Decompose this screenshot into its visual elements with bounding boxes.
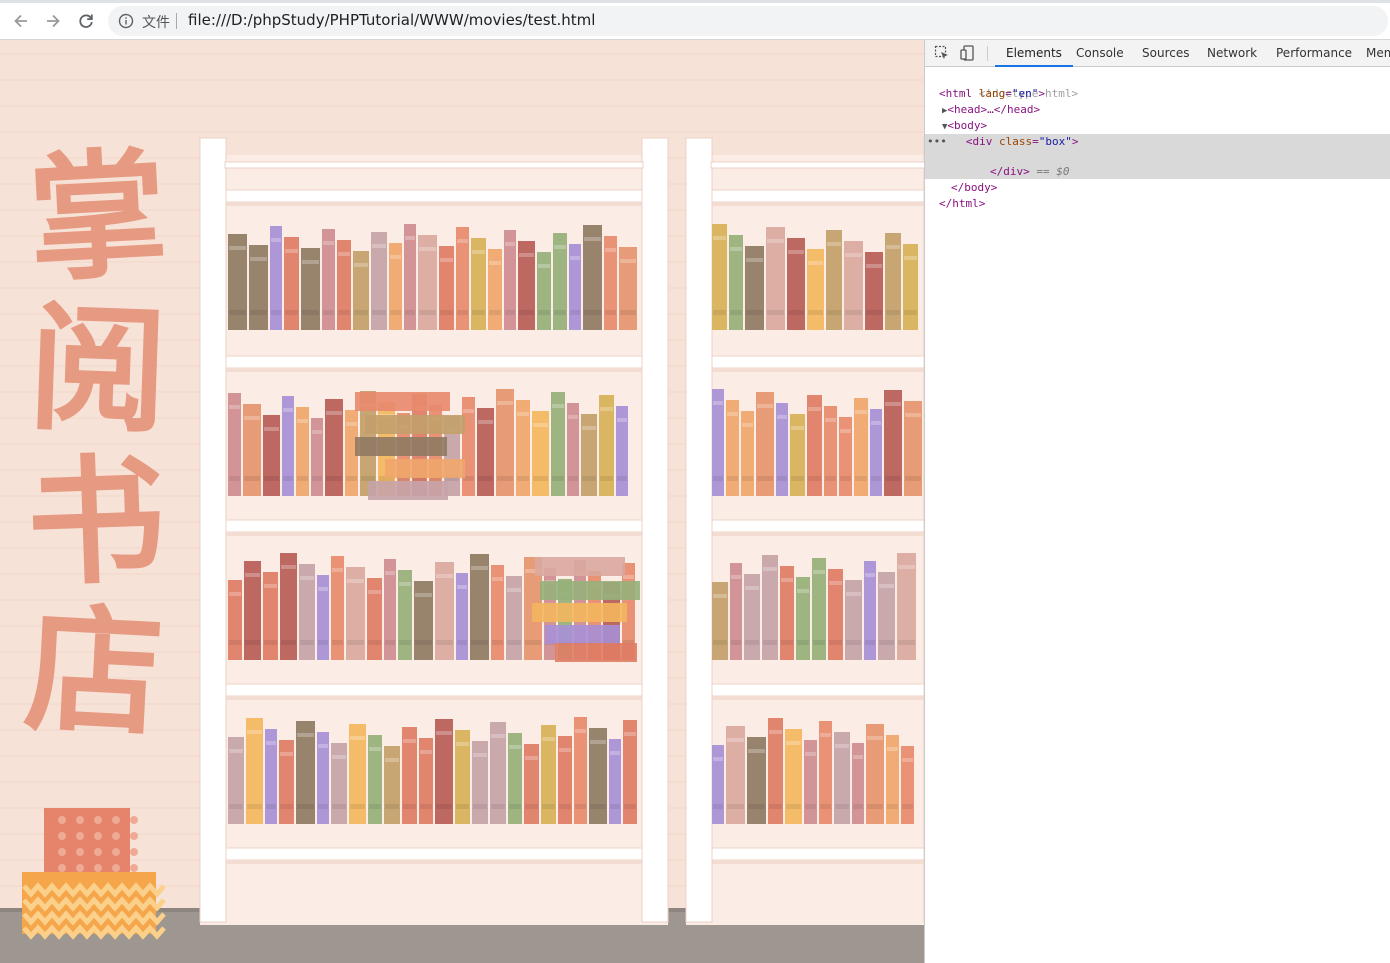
tab-sources[interactable]: Sources	[1142, 40, 1189, 67]
html-tag: <html	[939, 87, 973, 100]
title-char-3: 书	[24, 440, 168, 606]
tab-mem[interactable]: Mem	[1366, 40, 1390, 67]
dom-line-div[interactable]: ••• <div class="box">	[925, 134, 1390, 150]
inspect-element-icon[interactable]	[934, 45, 950, 61]
dom-line-body-close[interactable]: </body>	[925, 180, 1390, 196]
bookstore-illustration: 掌 阅 书 店	[0, 40, 924, 963]
title-char-1: 掌	[25, 134, 171, 302]
title-char-4: 店	[21, 588, 167, 756]
devtools-toolbar: Elements Console Sources Network Performance…	[925, 40, 1390, 67]
tab-strip-edge	[0, 0, 1390, 3]
device-toolbar-icon[interactable]	[960, 45, 976, 61]
head-tag: <head>…</head>	[947, 103, 1041, 116]
tab-network[interactable]: Network	[1207, 40, 1257, 67]
dom-line-body[interactable]: ▼<body>	[925, 118, 1390, 134]
dom-line-doctype[interactable]: <!doctype html>	[925, 70, 1390, 100]
arrow-right-icon	[47, 14, 60, 28]
reload-button[interactable]	[75, 10, 97, 32]
tab-performance[interactable]: Performance	[1276, 40, 1352, 67]
html-attr-name: lang	[978, 87, 1006, 100]
toolbar-divider	[987, 46, 988, 61]
title-char-2: 阅	[26, 288, 170, 454]
dom-line-head[interactable]: ▶<head>…</head>	[925, 102, 1390, 118]
page-viewport: 掌 阅 书 店	[0, 40, 924, 963]
back-button[interactable]	[10, 10, 32, 32]
body-close-tag: </body>	[951, 181, 998, 194]
dom-line-html-close[interactable]: </html>	[925, 196, 1390, 212]
html-close-tag: </html>	[939, 197, 986, 210]
div-tag: <div	[965, 135, 993, 148]
tab-elements[interactable]: Elements	[995, 40, 1073, 67]
arrow-left-icon	[14, 14, 27, 28]
tab-console[interactable]: Console	[1076, 40, 1124, 67]
scheme-label: 文件	[142, 15, 170, 31]
address-bar[interactable]: 文件 file:///D:/phpStudy/PHPTutorial/WWW/m…	[108, 6, 1388, 36]
body-tag: <body>	[947, 119, 988, 132]
forward-button[interactable]	[42, 10, 64, 32]
store-title: 掌 阅 书 店	[21, 134, 171, 757]
html-attr-value: "en"	[1011, 87, 1039, 100]
selected-marker: == $0	[1036, 165, 1070, 178]
div-attr-value: "box"	[1038, 135, 1072, 148]
reload-icon	[79, 14, 93, 28]
url-text[interactable]: file:///D:/phpStudy/PHPTutorial/WWW/movi…	[188, 11, 595, 29]
scheme-separator	[176, 13, 177, 29]
dom-line-div-close[interactable]: </div> == $0	[925, 164, 1390, 180]
browser-toolbar: 文件 file:///D:/phpStudy/PHPTutorial/WWW/m…	[0, 0, 1390, 40]
dom-line-html[interactable]: <html lang="en">	[925, 86, 1390, 102]
div-close-tag: </div>	[990, 165, 1030, 178]
div-attr-name: class	[999, 135, 1033, 148]
more-options-icon[interactable]: •••	[925, 135, 947, 148]
devtools-panel: Elements Console Sources Network Performance…	[924, 40, 1390, 963]
info-icon[interactable]	[118, 13, 134, 29]
